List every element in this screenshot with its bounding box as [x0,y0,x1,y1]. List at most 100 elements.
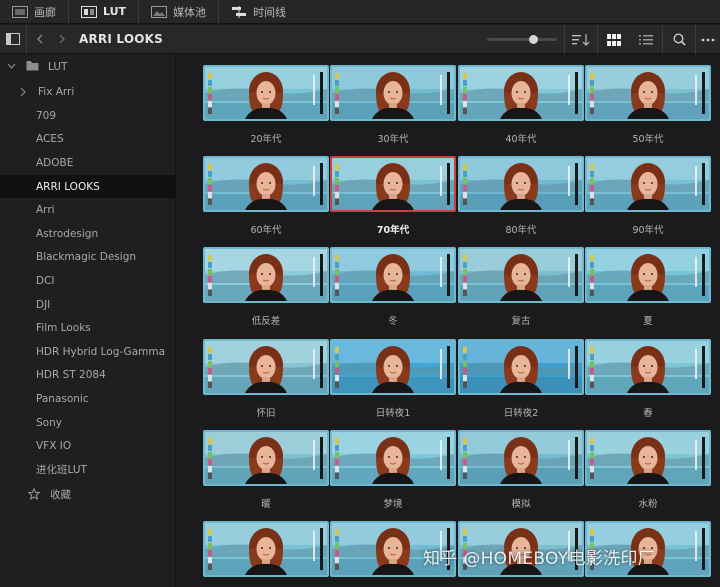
sidebar-item-label: ACES [36,133,64,146]
forward-button[interactable] [53,25,71,54]
sidebar-item-13[interactable]: HDR ST 2084 [0,364,176,387]
lut-thumbnail-label: 怀旧 [256,408,276,419]
back-button[interactable] [27,25,53,54]
lut-preview-image[interactable] [330,156,456,212]
lut-thumbnail-label: 50年代 [632,134,664,145]
sidebar-item-label: DJI [36,298,51,311]
tab-gallery[interactable]: 画廊 [0,0,69,24]
lut-preview-image[interactable] [330,430,456,486]
sidebar-item-17[interactable]: 进化班LUT [0,458,176,481]
lut-thumbnail-item[interactable]: 水粉 [585,430,711,510]
lut-thumbnail-label: 低反差 [251,316,281,327]
tree-root-label: LUT [48,60,68,73]
sidebar-item-4[interactable]: ADOBE [0,151,176,174]
tree-root-lut[interactable]: LUT [0,55,176,78]
chevron-down-icon[interactable] [7,63,16,69]
sidebar-item-9[interactable]: DCI [0,269,176,292]
lut-preview-image[interactable] [203,521,329,577]
sidebar-item-6[interactable]: Arri [0,199,176,222]
lut-thumbnail-item[interactable]: 90年代 [585,156,711,236]
sidebar-item-label: Fix Arri [38,86,75,99]
lut-preview-image[interactable] [203,247,329,303]
sidebar-item-2[interactable]: 709 [0,104,176,127]
lut-thumbnail-item[interactable]: 日转夜1 [330,339,456,419]
lut-preview-image[interactable] [585,156,711,212]
lut-thumbnail-item[interactable]: 低反差 [203,247,329,327]
tab-timeline[interactable]: 时间线 [219,0,298,24]
tab-lut[interactable]: LUT [69,0,140,24]
lut-preview-image[interactable] [585,65,711,121]
lut-thumbnail-item[interactable]: 日转夜2 [458,339,584,419]
sidebar-item-14[interactable]: Panasonic [0,387,176,410]
folder-icon [26,61,39,71]
lut-preview-image[interactable] [458,339,584,395]
chevron-left-icon [37,34,43,44]
zoom-slider-handle[interactable] [528,35,538,44]
lut-preview-image[interactable] [203,65,329,121]
tab-media-pool[interactable]: 媒体池 [139,0,220,24]
lut-preview-image[interactable] [458,156,584,212]
lut-preview-image[interactable] [585,430,711,486]
sort-button[interactable] [565,25,597,54]
lut-preview-image[interactable] [330,339,456,395]
lut-preview-image[interactable] [203,339,329,395]
sidebar-item-5[interactable]: ARRI LOOKS [0,175,176,198]
lut-thumbnail-item[interactable]: 怀旧 [203,339,329,419]
lut-thumbnail-item[interactable]: 梦境 [330,430,456,510]
sidebar-favorites[interactable]: 收藏 [0,483,176,506]
toggle-sidebar-button[interactable] [0,25,26,54]
more-options-button[interactable] [696,25,720,54]
lut-thumbnail-item[interactable]: 70年代 [330,156,456,236]
lut-preview-image[interactable] [203,430,329,486]
lut-preview-image[interactable] [458,430,584,486]
lut-thumbnail-item[interactable] [203,521,329,587]
sidebar-item-8[interactable]: Blackmagic Design [0,246,176,269]
sidebar-item-11[interactable]: Film Looks [0,317,176,340]
sidebar-item-10[interactable]: DJI [0,293,176,316]
chevron-right-icon[interactable] [20,87,26,97]
lut-thumbnail-item[interactable]: 60年代 [203,156,329,236]
lut-preview-image[interactable] [330,65,456,121]
grid-view-icon [607,33,621,46]
sidebar-toggle-icon [6,33,20,45]
sidebar-item-label: VFX IO [36,440,72,453]
lut-thumbnail-item[interactable]: 20年代 [203,65,329,145]
sort-icon [572,33,590,46]
lut-icon [81,5,97,18]
browser-toolbar: ARRI LOOKS [0,24,720,54]
lut-thumbnail-item[interactable]: 模拟 [458,430,584,510]
page-tabs: 画廊 LUT 媒体池 时间线 [0,0,720,24]
tab-lut-label: LUT [103,5,127,18]
lut-thumbnail-item[interactable]: 夏 [585,247,711,327]
current-folder-title: ARRI LOOKS [79,32,163,46]
lut-thumbnail-label: 复古 [511,316,531,327]
sidebar-item-3[interactable]: ACES [0,128,176,151]
lut-thumbnail-item[interactable]: 30年代 [330,65,456,145]
lut-thumbnail-item[interactable]: 复古 [458,247,584,327]
sidebar-item-16[interactable]: VFX IO [0,435,176,458]
lut-thumbnail-item[interactable]: 80年代 [458,156,584,236]
lut-thumbnail-item[interactable]: 暖 [203,430,329,510]
lut-thumbnail-item[interactable]: 春 [585,339,711,419]
list-view-button[interactable] [630,25,662,54]
lut-thumbnail-item[interactable]: 50年代 [585,65,711,145]
lut-thumbnail-item[interactable]: 40年代 [458,65,584,145]
lut-preview-image[interactable] [458,247,584,303]
tab-timeline-label: 时间线 [253,5,287,19]
lut-thumbnail-label: 日转夜2 [503,408,539,419]
lut-preview-image[interactable] [330,247,456,303]
lut-thumbnail-label: 20年代 [250,134,282,145]
list-view-icon [639,34,653,44]
lut-thumbnail-item[interactable]: 冬 [330,247,456,327]
search-button[interactable] [663,25,695,54]
lut-preview-image[interactable] [203,156,329,212]
sidebar-item-12[interactable]: HDR Hybrid Log-Gamma [0,340,176,363]
lut-preview-image[interactable] [585,339,711,395]
sidebar-item-7[interactable]: Astrodesign [0,222,176,245]
sidebar-item-15[interactable]: Sony [0,411,176,434]
thumbnail-zoom-slider[interactable] [487,35,557,44]
sidebar-item-1[interactable]: Fix Arri [0,81,176,104]
lut-preview-image[interactable] [585,247,711,303]
grid-view-button[interactable] [598,25,630,54]
lut-preview-image[interactable] [458,65,584,121]
